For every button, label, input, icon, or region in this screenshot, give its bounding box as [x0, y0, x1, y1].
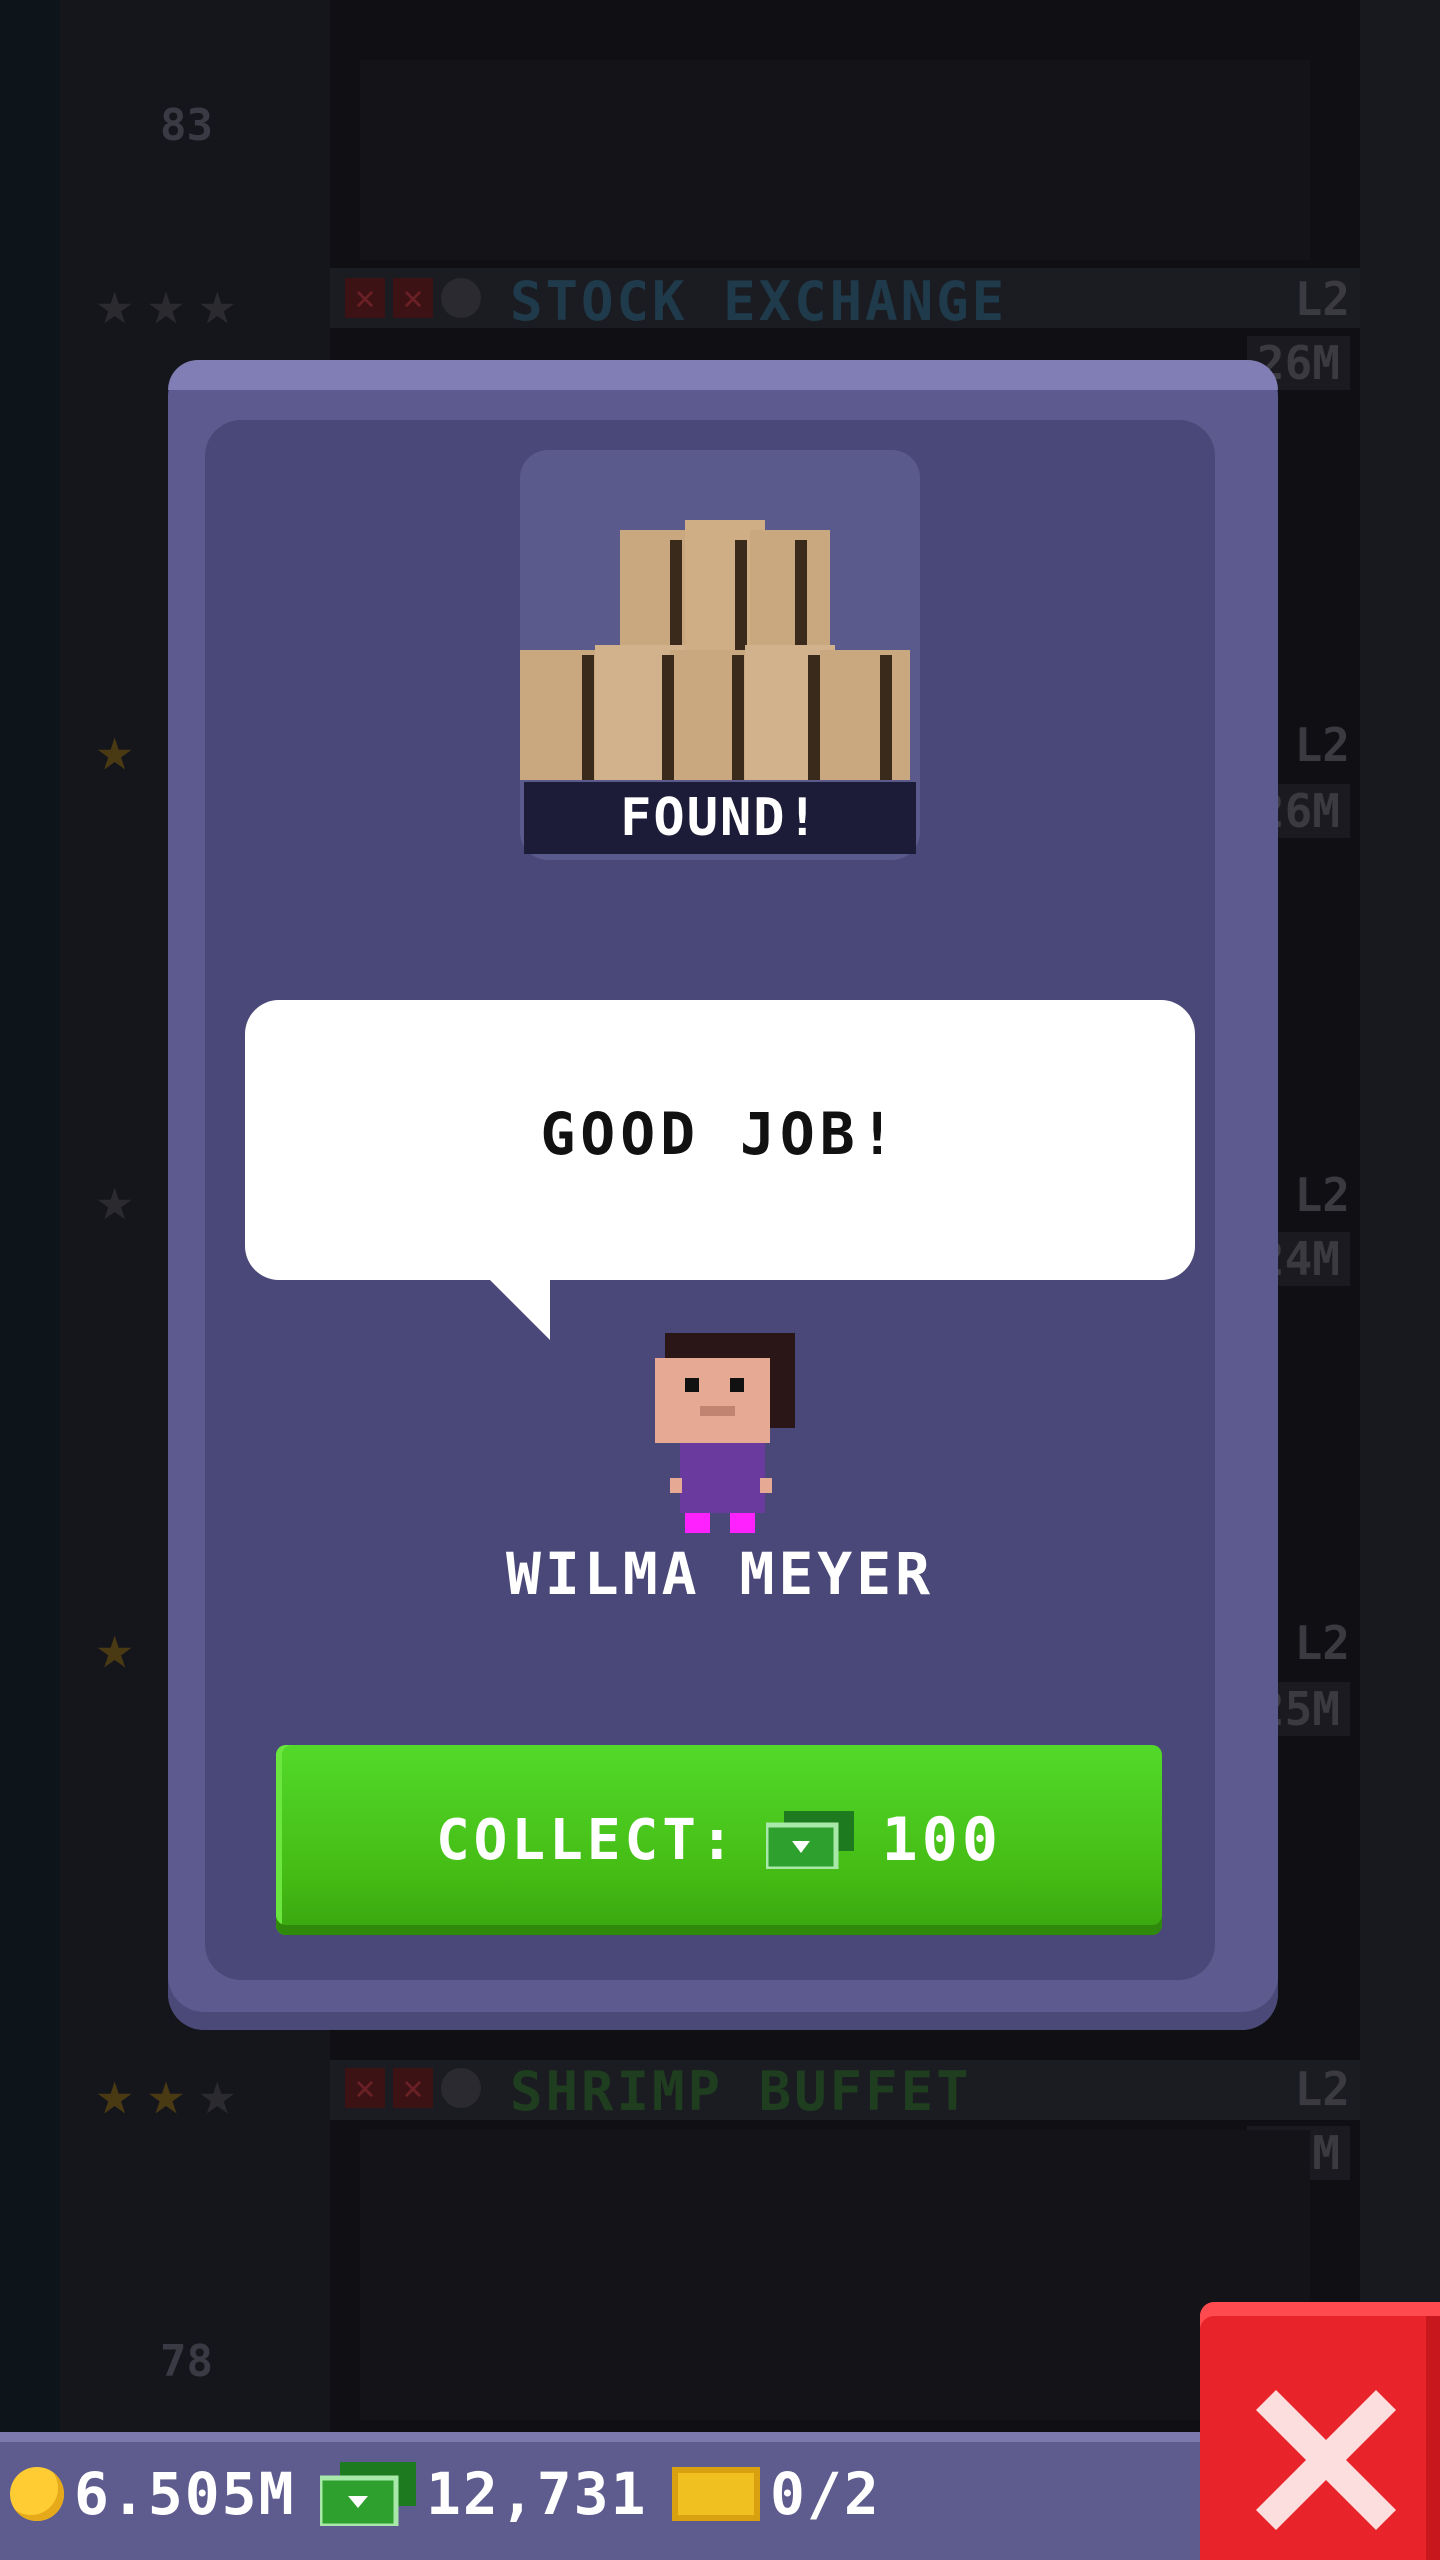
close-icon [1256, 2390, 1396, 2530]
floor-stars: ★ [96, 1616, 133, 1678]
elevator-shaft-edge [0, 0, 60, 2560]
floor-number: 83 [160, 100, 213, 151]
coins-value: 6.505M [74, 2460, 296, 2528]
floor-title: STOCK EXCHANGE [510, 270, 1008, 333]
x-icon: ✕ [345, 278, 385, 318]
floor-level: L2 [1294, 1616, 1350, 1670]
tickets-value: 0/2 [770, 2460, 881, 2528]
floor-room [360, 2130, 1310, 2420]
bux-icon [320, 2462, 416, 2526]
bux-counter: 12,731 [320, 2460, 648, 2528]
bux-icon [765, 1811, 854, 1869]
star-icon: ★ [147, 266, 185, 339]
boxes-icon [520, 520, 910, 780]
coin-icon [10, 2467, 64, 2521]
clock-icon [441, 2068, 481, 2108]
tickets-counter: 0/2 [672, 2460, 881, 2528]
floor-level: L2 [1294, 272, 1350, 326]
star-icon: ★ [198, 2056, 236, 2129]
speech-bubble-tail [480, 1270, 550, 1340]
close-button[interactable] [1200, 2302, 1440, 2560]
bux-value: 12,731 [426, 2460, 648, 2528]
dialog-rim [168, 360, 1278, 390]
floor-stars: ★ [96, 718, 133, 780]
star-icon: ★ [96, 1610, 134, 1683]
collect-label: COLLECT: [435, 1807, 738, 1873]
star-icon: ★ [96, 1162, 134, 1235]
floor-stars: ★ [96, 1168, 133, 1230]
ticket-icon [672, 2467, 760, 2521]
floor-level: L2 [1294, 2062, 1350, 2116]
speech-text: GOOD JOB! [540, 1100, 900, 1168]
character-name: WILMA MEYER [505, 1540, 935, 1608]
star-icon: ★ [96, 2056, 134, 2129]
collect-button[interactable]: COLLECT: 100 [276, 1745, 1162, 1935]
character-sprite [655, 1333, 795, 1533]
x-icon: ✕ [393, 278, 433, 318]
x-icon: ✕ [345, 2068, 385, 2108]
star-icon: ★ [96, 712, 134, 785]
star-icon: ★ [198, 266, 236, 339]
tower-right-edge [1360, 0, 1440, 2560]
floor-level: L2 [1294, 718, 1350, 772]
clock-icon [441, 278, 481, 318]
collect-amount: 100 [881, 1805, 1003, 1875]
coins-counter: 6.505M [10, 2460, 296, 2528]
floor-level: L2 [1294, 1168, 1350, 1222]
floor-number: 78 [160, 2336, 213, 2387]
floor-stars: ★ ★ ★ [96, 272, 236, 334]
floor-status-icons: ✕ ✕ [345, 2068, 481, 2108]
floor-title: SHRIMP BUFFET [510, 2060, 972, 2123]
floor-status-icons: ✕ ✕ [345, 278, 481, 318]
floor-stars: ★ ★ ★ [96, 2062, 236, 2124]
x-icon: ✕ [393, 2068, 433, 2108]
found-label: FOUND! [524, 782, 916, 854]
floor-room [360, 60, 1310, 260]
star-icon: ★ [147, 2056, 185, 2129]
star-icon: ★ [96, 266, 134, 339]
